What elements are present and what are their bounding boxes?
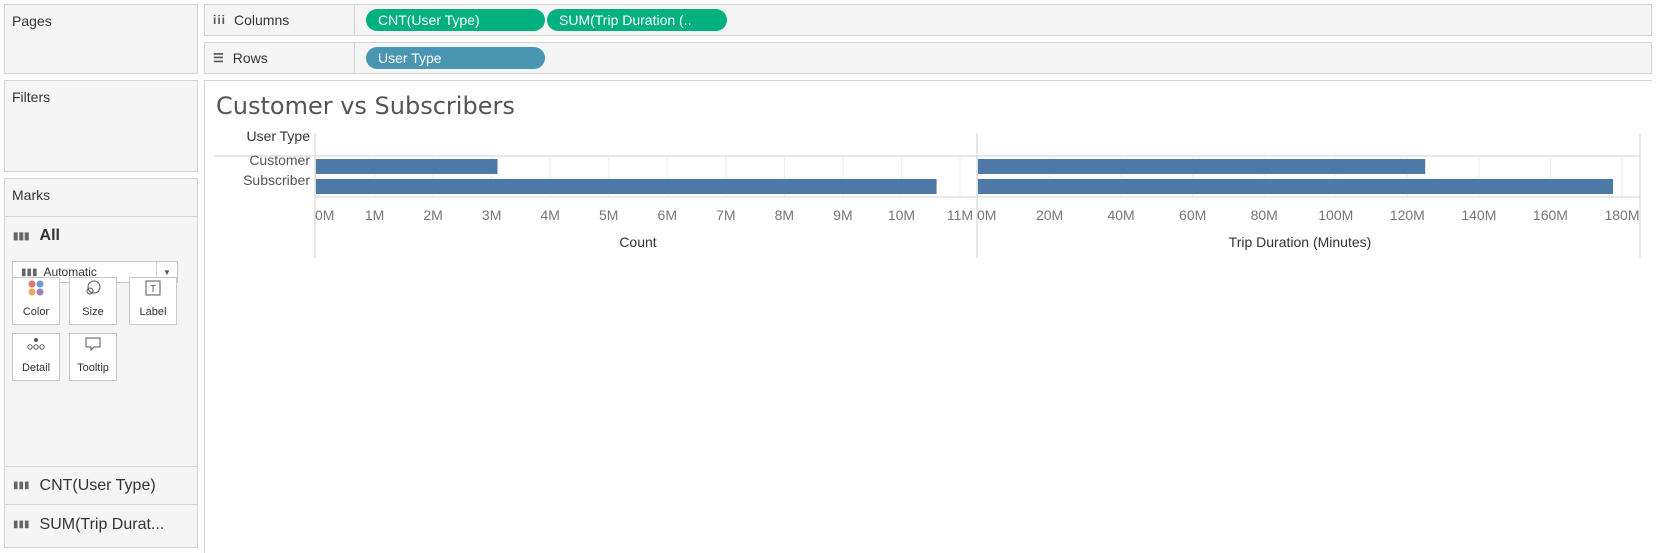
measure-item-label: SUM(Trip Durat... xyxy=(39,515,165,533)
card-label: Tooltip xyxy=(77,362,109,374)
marks-card: Marks ▮▮▮ All ▮▮▮ Automatic ▼ Color Size T… xyxy=(4,178,198,548)
svg-text:T: T xyxy=(150,284,156,295)
rows-shelf[interactable]: ☰ Rows User Type xyxy=(204,42,1652,74)
tooltip-card[interactable]: Tooltip xyxy=(69,333,117,381)
columns-label: Columns xyxy=(234,12,290,28)
bar-chart-icon: ▮▮▮ xyxy=(13,230,30,242)
marks-title: Marks xyxy=(12,187,51,203)
color-card[interactable]: Color xyxy=(12,277,60,325)
measure-item-label: CNT(User Type) xyxy=(39,476,156,494)
pages-title: Pages xyxy=(12,13,52,29)
view-canvas[interactable] xyxy=(204,80,1652,553)
tooltip-icon xyxy=(70,334,116,360)
detail-card[interactable]: Detail xyxy=(12,333,60,381)
size-icon xyxy=(70,278,116,304)
label-icon: T xyxy=(130,278,176,304)
rows-shelf-label: ☰ Rows xyxy=(205,43,355,73)
pages-shelf[interactable]: Pages xyxy=(4,4,198,74)
rows-label: Rows xyxy=(232,50,268,66)
bar-chart-icon: ▮▮▮ xyxy=(21,266,38,278)
filters-title: Filters xyxy=(12,89,51,105)
filters-shelf[interactable]: Filters xyxy=(4,80,198,172)
bar-chart-icon: ▮▮▮ xyxy=(13,519,30,530)
pill-cnt-user-type[interactable]: CNT(User Type) xyxy=(366,9,545,31)
label-card[interactable]: T Label xyxy=(129,277,177,325)
bar-chart-icon: ▮▮▮ xyxy=(13,480,30,491)
rows-icon: ☰ xyxy=(213,51,225,65)
columns-shelf-label: iii Columns xyxy=(205,5,355,35)
marks-all-tab[interactable]: ▮▮▮ All xyxy=(5,216,197,255)
card-label: Size xyxy=(82,306,104,318)
size-card[interactable]: Size xyxy=(69,277,117,325)
measure-item-sum-trip-duration[interactable]: ▮▮▮ SUM(Trip Durat... xyxy=(5,504,197,544)
chart-title: Customer vs Subscribers xyxy=(216,92,515,120)
columns-shelf[interactable]: iii Columns CNT(User Type) SUM(Trip Dura… xyxy=(204,4,1652,36)
card-label: Detail xyxy=(21,362,51,374)
pill-sum-trip-duration[interactable]: SUM(Trip Duration (.. xyxy=(547,9,727,31)
columns-icon: iii xyxy=(213,13,227,27)
detail-icon xyxy=(13,334,59,360)
marks-all-label: All xyxy=(39,227,60,244)
color-icon xyxy=(13,278,59,304)
card-label: Color xyxy=(22,306,50,318)
measure-item-cnt-user-type[interactable]: ▮▮▮ CNT(User Type) xyxy=(5,466,197,504)
card-label: Label xyxy=(139,306,167,318)
pill-user-type[interactable]: User Type xyxy=(366,47,545,69)
